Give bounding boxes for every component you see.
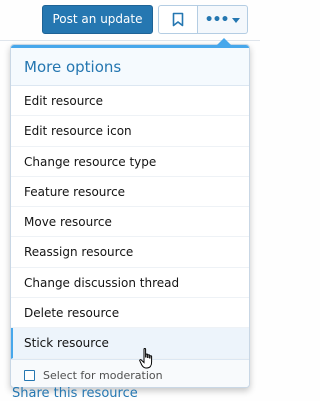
ellipsis-icon: ••• bbox=[204, 11, 230, 28]
select-for-moderation-checkbox[interactable] bbox=[24, 369, 35, 381]
bookmark-button[interactable] bbox=[158, 5, 198, 34]
action-bar: Post an update ••• bbox=[0, 0, 260, 40]
menu-item-delete-resource[interactable]: Delete resource bbox=[11, 298, 249, 329]
select-for-moderation-row[interactable]: Select for moderation bbox=[11, 358, 249, 387]
post-update-button[interactable]: Post an update bbox=[42, 5, 153, 34]
menu-item-change-discussion-thread[interactable]: Change discussion thread bbox=[11, 268, 249, 299]
hand-cursor-icon bbox=[139, 348, 153, 369]
share-resource-link[interactable]: Share this resource bbox=[12, 386, 138, 401]
bookmark-icon bbox=[172, 12, 184, 27]
menu-item-feature-resource[interactable]: Feature resource bbox=[11, 177, 249, 208]
menu-item-edit-resource-icon[interactable]: Edit resource icon bbox=[11, 116, 249, 147]
caret-down-icon bbox=[232, 17, 241, 23]
menu-item-move-resource[interactable]: Move resource bbox=[11, 207, 249, 238]
menu-pointer bbox=[217, 38, 231, 45]
menu-item-stick-resource[interactable]: Stick resource bbox=[11, 328, 249, 359]
more-options-button[interactable]: ••• bbox=[198, 5, 248, 34]
menu-item-reassign-resource[interactable]: Reassign resource bbox=[11, 237, 249, 268]
more-options-menu: More options Edit resource Edit resource… bbox=[10, 44, 250, 388]
menu-item-change-resource-type[interactable]: Change resource type bbox=[11, 147, 249, 177]
menu-title: More options bbox=[11, 45, 249, 86]
menu-item-edit-resource[interactable]: Edit resource bbox=[11, 86, 249, 117]
